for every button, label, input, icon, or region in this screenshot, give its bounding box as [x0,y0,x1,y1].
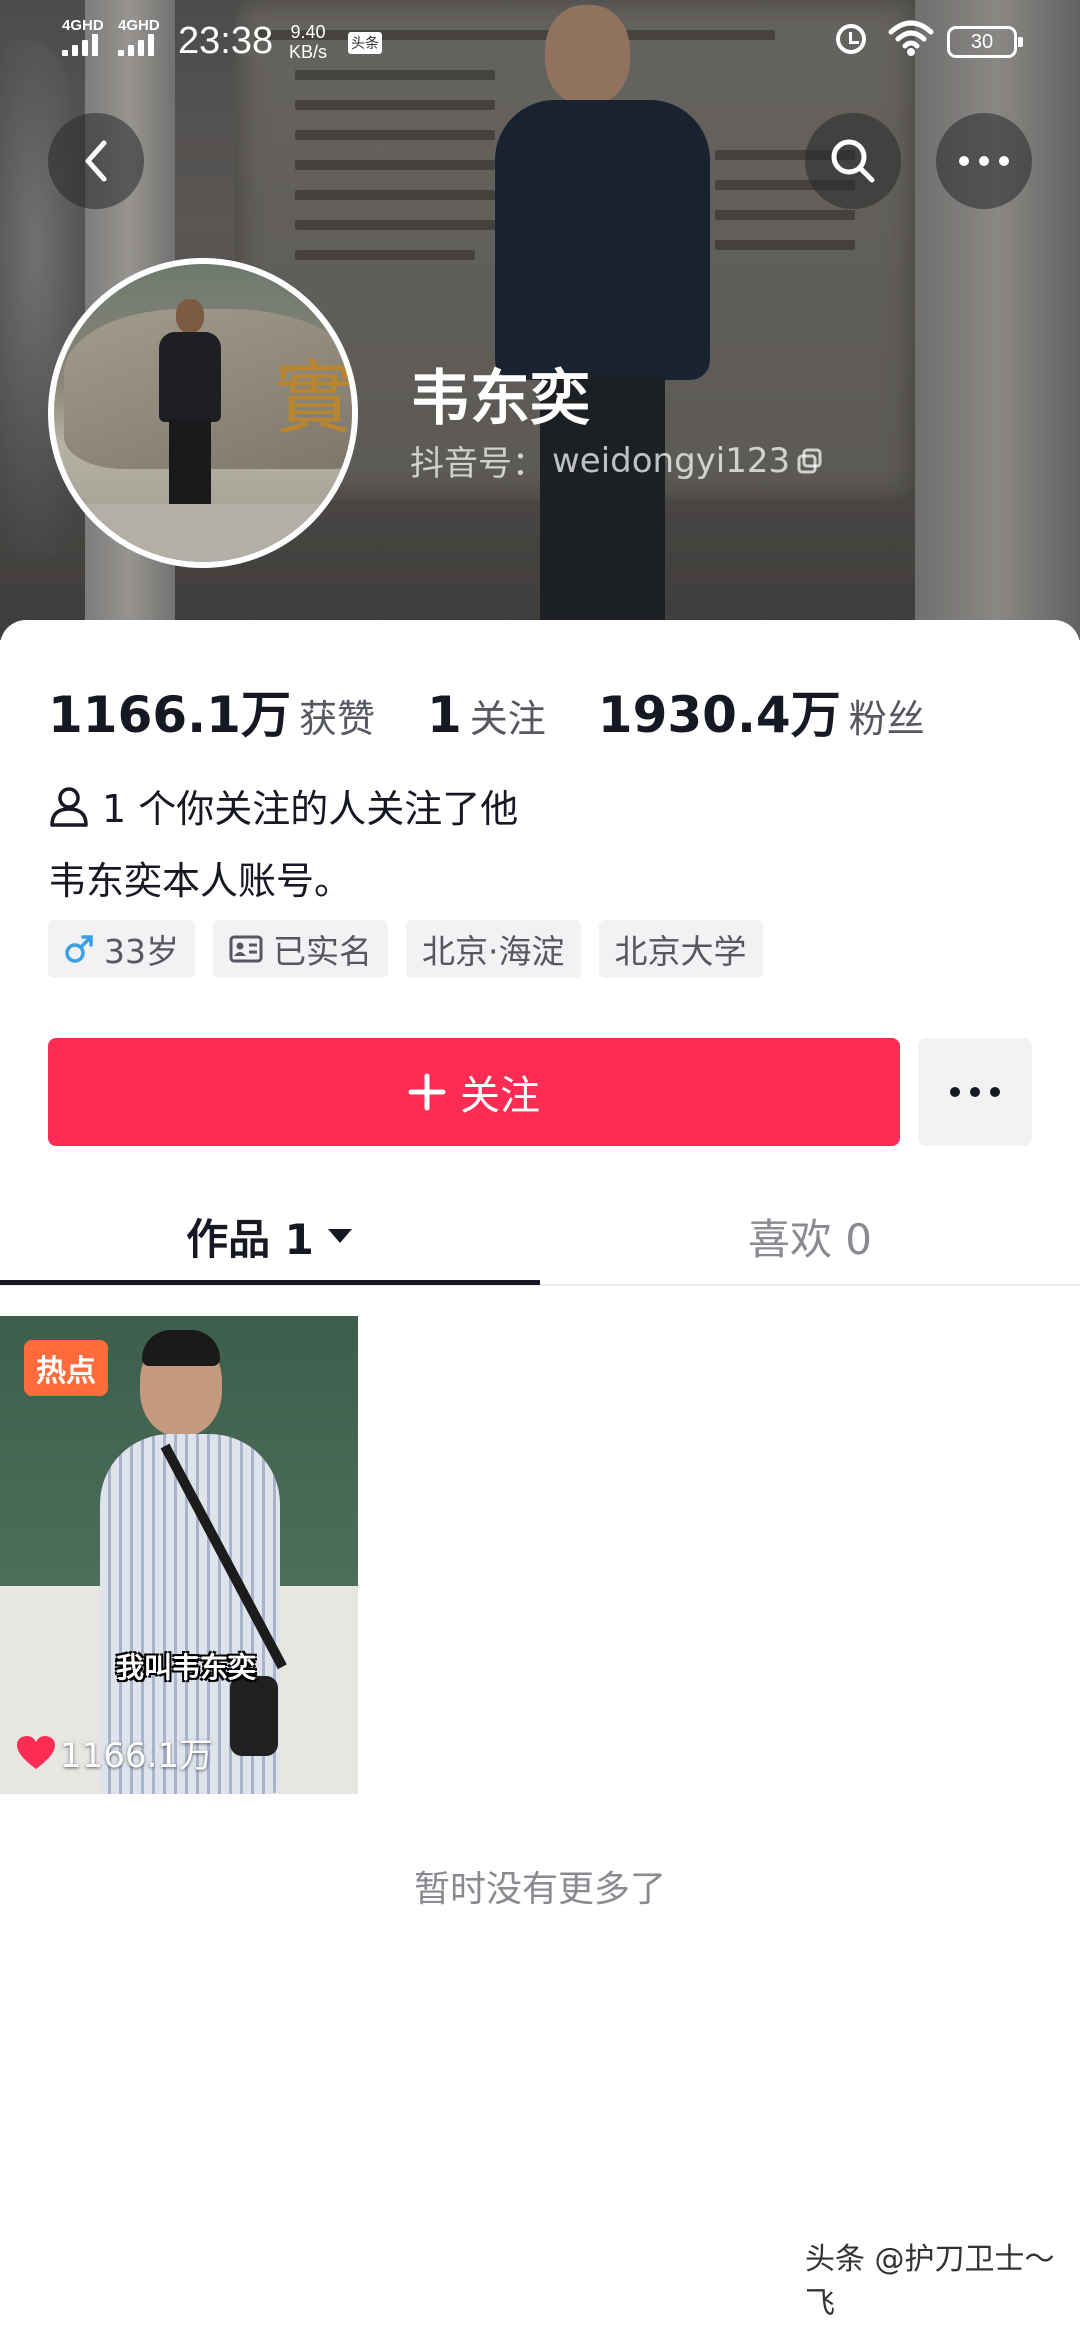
sim2-label: 4GHD [118,17,160,34]
net-speed: 9.40 KB/s [289,22,327,62]
more-dots-icon [950,1087,1000,1097]
likes-label: 获赞 [298,697,375,741]
tag-age-text: 33岁 [104,932,179,971]
douyin-id-label: 抖音号： [410,444,546,484]
avatar[interactable]: 實 [48,258,358,568]
tag-location: 北京·海淀 [406,920,581,978]
tag-location-text: 北京·海淀 [422,932,565,971]
no-more-text: 暂时没有更多了 [413,1869,666,1910]
tab-likes-label: 喜欢 0 [747,1214,873,1264]
content-tabs: 作品 1 喜欢 0 [0,1188,1080,1286]
profile-sheet: 1166.1万 获赞 1 关注 1930.4万 粉丝 1 个你关注的人关注了他 … [0,620,1080,2340]
followers-count[interactable]: 1930.4万 [598,675,841,747]
chevron-left-icon [85,140,107,182]
likes-count: 1166.1万 [48,686,291,744]
tab-likes[interactable]: 喜欢 0 [540,1188,1080,1284]
plus-icon [408,1073,446,1111]
clock: 23:38 [178,20,274,62]
more-options-button[interactable] [936,113,1032,209]
bio: 韦东奕本人账号。 [48,859,353,903]
profile-more-button[interactable] [918,1038,1032,1146]
search-icon [831,139,875,183]
battery-icon: 30 [947,26,1023,58]
tab-works-label: 作品 1 [186,1214,314,1264]
battery-level: 30 [970,31,994,53]
more-dots-icon [959,156,1009,166]
copy-icon[interactable] [796,447,824,475]
video-like-count: 1166.1万 [16,1728,213,1777]
sim1-label: 4GHD [62,17,104,34]
status-bar: 4GHD 4GHD 23:38 9.40 KB/s 头条 30 [0,0,1080,84]
net-speed-value: 9.40 [290,22,326,42]
tab-works[interactable]: 作品 1 [0,1188,540,1284]
active-tab-indicator [0,1280,540,1285]
toutiao-notification-icon: 头条 [348,32,382,54]
mutual-follow[interactable]: 1 个你关注的人关注了他 [48,778,518,833]
profile-name: 韦东奕 [410,364,590,434]
following-count[interactable]: 1 [427,686,462,744]
tag-verified-text: 已实名 [273,932,372,971]
alarm-icon [836,24,866,54]
person-icon [50,786,88,827]
tag-gender-age: 33岁 [48,920,195,978]
following-label[interactable]: 关注 [470,688,546,743]
mutual-follow-text: 1 个你关注的人关注了他 [102,787,519,831]
wifi-icon [888,20,934,56]
tag-school: 北京大学 [598,920,763,978]
watermark: 头条 @护刀卫士～飞 [805,2242,1055,2321]
net-speed-unit: KB/s [289,42,328,62]
heart-icon [17,1735,55,1769]
douyin-id-value: weidongyi123 [552,440,791,481]
signal-icon [118,34,166,56]
tag-school-text: 北京大学 [614,932,747,971]
stats-row: 1166.1万 获赞 1 关注 1930.4万 粉丝 [48,675,925,747]
id-card-icon [229,935,263,963]
follow-button-label: 关注 [460,1073,540,1119]
video-caption: 我叫韦东奕 [116,1651,257,1684]
tag-verified: 已实名 [213,920,388,978]
search-button[interactable] [805,113,901,209]
follow-button[interactable]: 关注 [48,1038,900,1146]
male-icon [65,935,93,963]
back-button[interactable] [48,113,144,209]
video-thumbnail[interactable]: 热点 我叫韦东奕 1166.1万 [0,1316,358,1794]
caret-down-icon [327,1229,352,1243]
video-like-count-text: 1166.1万 [60,1736,213,1776]
signal-icon [62,34,110,56]
profile-tags: 33岁 已实名 北京·海淀 北京大学 [48,920,763,978]
douyin-id[interactable]: 抖音号： weidongyi123 [410,436,824,485]
followers-label[interactable]: 粉丝 [849,688,925,743]
hot-badge: 热点 [24,1340,108,1396]
